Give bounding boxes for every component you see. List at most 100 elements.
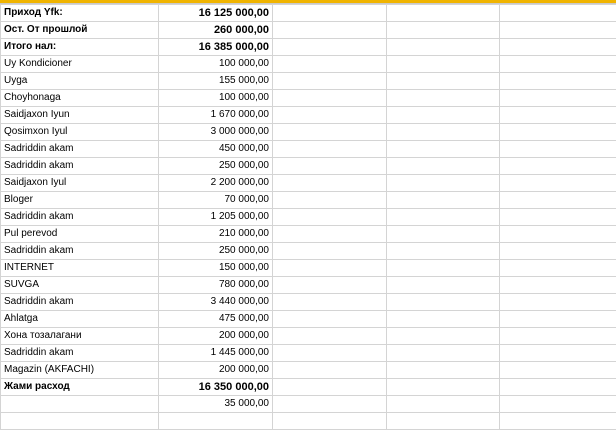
cell-amount[interactable]: 16 350 000,00 [159, 379, 273, 396]
cell-amount[interactable]: 1 445 000,00 [159, 345, 273, 362]
cell-empty[interactable] [387, 396, 500, 413]
cell-empty[interactable] [500, 277, 616, 294]
cell-label[interactable]: Жами расход [1, 379, 159, 396]
cell-amount[interactable]: 2 200 000,00 [159, 175, 273, 192]
cell-amount[interactable]: 155 000,00 [159, 73, 273, 90]
cell-label[interactable]: Ahlatga [1, 311, 159, 328]
cell-label[interactable]: Ост. От прошлой [1, 22, 159, 39]
cell-empty[interactable] [387, 124, 500, 141]
cell-empty[interactable] [387, 294, 500, 311]
cell-label[interactable]: Uyga [1, 73, 159, 90]
cell-empty[interactable] [387, 5, 500, 22]
cell-empty[interactable] [500, 226, 616, 243]
cell-empty[interactable] [273, 345, 387, 362]
cell-empty[interactable] [273, 294, 387, 311]
cell-empty[interactable] [273, 379, 387, 396]
cell-empty[interactable] [273, 90, 387, 107]
cell-empty[interactable] [387, 22, 500, 39]
cell-empty[interactable] [387, 362, 500, 379]
cell-empty[interactable] [273, 328, 387, 345]
cell-amount[interactable]: 1 670 000,00 [159, 107, 273, 124]
cell-label[interactable]: Приход Yfk: [1, 5, 159, 22]
cell-amount[interactable]: 100 000,00 [159, 56, 273, 73]
cell-amount[interactable]: 450 000,00 [159, 141, 273, 158]
cell-empty[interactable] [273, 73, 387, 90]
cell-empty[interactable] [387, 175, 500, 192]
cell-label[interactable]: Bloger [1, 192, 159, 209]
cell-empty[interactable] [387, 277, 500, 294]
cell-empty[interactable] [387, 107, 500, 124]
cell-empty[interactable] [273, 311, 387, 328]
cell-empty[interactable] [500, 124, 616, 141]
cell-label[interactable]: Хона тозалагани [1, 328, 159, 345]
cell-empty[interactable] [387, 413, 500, 430]
cell-label[interactable]: Saidjaxon Iyun [1, 107, 159, 124]
cell-amount[interactable]: 250 000,00 [159, 158, 273, 175]
cell-amount[interactable]: 16 125 000,00 [159, 5, 273, 22]
cell-amount[interactable]: 260 000,00 [159, 22, 273, 39]
cell-empty[interactable] [273, 39, 387, 56]
cell-empty[interactable] [500, 73, 616, 90]
cell-empty[interactable] [387, 209, 500, 226]
cell-empty[interactable] [387, 56, 500, 73]
cell-label[interactable]: Sadriddin akam [1, 345, 159, 362]
cell-empty[interactable] [273, 175, 387, 192]
cell-amount[interactable]: 210 000,00 [159, 226, 273, 243]
cell-empty[interactable] [387, 73, 500, 90]
cell-label[interactable]: Saidjaxon Iyul [1, 175, 159, 192]
cell-empty[interactable] [273, 107, 387, 124]
cell-label[interactable]: Sadriddin akam [1, 243, 159, 260]
cell-empty[interactable] [273, 141, 387, 158]
cell-empty[interactable] [387, 158, 500, 175]
cell-empty[interactable] [500, 311, 616, 328]
cell-amount[interactable]: 475 000,00 [159, 311, 273, 328]
cell-label[interactable]: SUVGA [1, 277, 159, 294]
cell-empty[interactable] [387, 379, 500, 396]
cell-empty[interactable] [273, 260, 387, 277]
cell-empty[interactable] [500, 90, 616, 107]
cell-empty[interactable] [500, 175, 616, 192]
cell-label[interactable]: Sadriddin akam [1, 294, 159, 311]
cell-empty[interactable] [273, 192, 387, 209]
cell-empty[interactable] [273, 56, 387, 73]
cell-empty[interactable] [387, 141, 500, 158]
cell-label[interactable] [1, 396, 159, 413]
cell-label[interactable] [1, 413, 159, 430]
cell-amount[interactable]: 35 000,00 [159, 396, 273, 413]
cell-empty[interactable] [500, 56, 616, 73]
cell-label[interactable]: Sadriddin akam [1, 158, 159, 175]
cell-empty[interactable] [273, 277, 387, 294]
cell-empty[interactable] [500, 22, 616, 39]
cell-amount[interactable]: 200 000,00 [159, 328, 273, 345]
cell-empty[interactable] [273, 209, 387, 226]
cell-empty[interactable] [387, 345, 500, 362]
cell-empty[interactable] [387, 328, 500, 345]
cell-empty[interactable] [500, 5, 616, 22]
cell-empty[interactable] [500, 107, 616, 124]
cell-empty[interactable] [500, 379, 616, 396]
cell-empty[interactable] [273, 158, 387, 175]
cell-empty[interactable] [273, 396, 387, 413]
cell-amount[interactable]: 3 000 000,00 [159, 124, 273, 141]
cell-empty[interactable] [273, 243, 387, 260]
cell-empty[interactable] [273, 22, 387, 39]
cell-empty[interactable] [500, 192, 616, 209]
cell-label[interactable]: INTERNET [1, 260, 159, 277]
cell-label[interactable]: Magazin (AKFACHI) [1, 362, 159, 379]
cell-empty[interactable] [500, 328, 616, 345]
cell-label[interactable]: Итого нал: [1, 39, 159, 56]
cell-empty[interactable] [500, 345, 616, 362]
cell-empty[interactable] [387, 90, 500, 107]
cell-empty[interactable] [387, 226, 500, 243]
cell-empty[interactable] [500, 141, 616, 158]
cell-empty[interactable] [500, 294, 616, 311]
cell-empty[interactable] [500, 158, 616, 175]
cell-empty[interactable] [273, 362, 387, 379]
cell-empty[interactable] [387, 192, 500, 209]
cell-empty[interactable] [500, 413, 616, 430]
cell-amount[interactable]: 100 000,00 [159, 90, 273, 107]
cell-amount[interactable]: 250 000,00 [159, 243, 273, 260]
cell-label[interactable]: Sadriddin akam [1, 141, 159, 158]
cell-amount[interactable]: 1 205 000,00 [159, 209, 273, 226]
cell-label[interactable]: Sadriddin akam [1, 209, 159, 226]
